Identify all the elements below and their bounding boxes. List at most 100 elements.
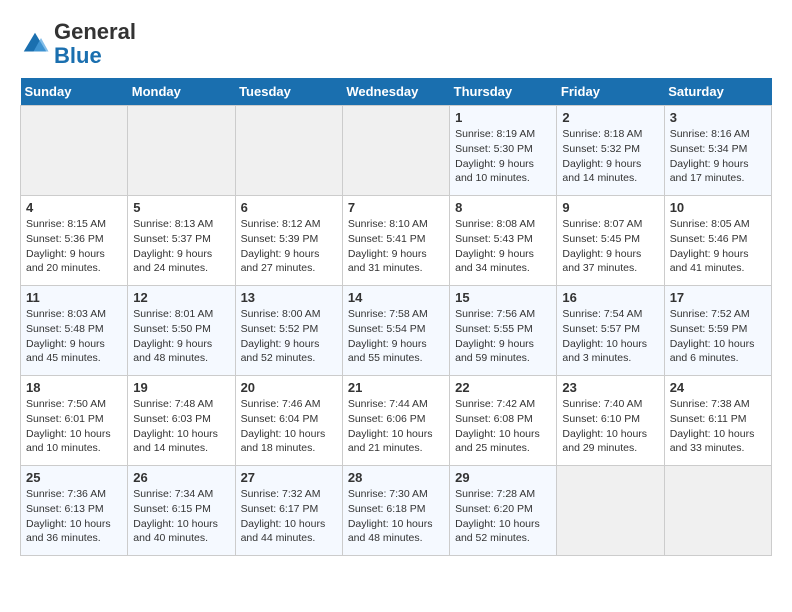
calendar-cell xyxy=(557,466,664,556)
calendar-week-row: 1 Sunrise: 8:19 AM Sunset: 5:30 PM Daylig… xyxy=(21,106,772,196)
day-info: Sunrise: 8:15 AM Sunset: 5:36 PM Dayligh… xyxy=(26,217,122,276)
day-info: Sunrise: 8:05 AM Sunset: 5:46 PM Dayligh… xyxy=(670,217,766,276)
day-number: 26 xyxy=(133,470,229,485)
day-number: 4 xyxy=(26,200,122,215)
day-number: 28 xyxy=(348,470,444,485)
day-number: 13 xyxy=(241,290,337,305)
calendar-cell: 16 Sunrise: 7:54 AM Sunset: 5:57 PM Dayli… xyxy=(557,286,664,376)
day-info: Sunrise: 7:52 AM Sunset: 5:59 PM Dayligh… xyxy=(670,307,766,366)
day-number: 11 xyxy=(26,290,122,305)
day-info: Sunrise: 7:36 AM Sunset: 6:13 PM Dayligh… xyxy=(26,487,122,546)
day-number: 8 xyxy=(455,200,551,215)
day-info: Sunrise: 7:38 AM Sunset: 6:11 PM Dayligh… xyxy=(670,397,766,456)
day-number: 12 xyxy=(133,290,229,305)
day-number: 17 xyxy=(670,290,766,305)
calendar-cell: 2 Sunrise: 8:18 AM Sunset: 5:32 PM Daylig… xyxy=(557,106,664,196)
day-info: Sunrise: 8:00 AM Sunset: 5:52 PM Dayligh… xyxy=(241,307,337,366)
weekday-header: Saturday xyxy=(664,78,771,106)
calendar-cell: 3 Sunrise: 8:16 AM Sunset: 5:34 PM Daylig… xyxy=(664,106,771,196)
day-number: 10 xyxy=(670,200,766,215)
day-number: 6 xyxy=(241,200,337,215)
page-header: General Blue xyxy=(20,20,772,68)
day-info: Sunrise: 8:16 AM Sunset: 5:34 PM Dayligh… xyxy=(670,127,766,186)
calendar-cell: 12 Sunrise: 8:01 AM Sunset: 5:50 PM Dayli… xyxy=(128,286,235,376)
logo-text: General Blue xyxy=(54,20,136,68)
weekday-header: Friday xyxy=(557,78,664,106)
day-number: 27 xyxy=(241,470,337,485)
day-info: Sunrise: 7:48 AM Sunset: 6:03 PM Dayligh… xyxy=(133,397,229,456)
day-number: 2 xyxy=(562,110,658,125)
calendar-cell: 8 Sunrise: 8:08 AM Sunset: 5:43 PM Daylig… xyxy=(450,196,557,286)
day-info: Sunrise: 8:10 AM Sunset: 5:41 PM Dayligh… xyxy=(348,217,444,276)
calendar-cell: 17 Sunrise: 7:52 AM Sunset: 5:59 PM Dayli… xyxy=(664,286,771,376)
calendar-header-row: SundayMondayTuesdayWednesdayThursdayFrid… xyxy=(21,78,772,106)
day-info: Sunrise: 8:03 AM Sunset: 5:48 PM Dayligh… xyxy=(26,307,122,366)
day-info: Sunrise: 8:08 AM Sunset: 5:43 PM Dayligh… xyxy=(455,217,551,276)
day-info: Sunrise: 7:40 AM Sunset: 6:10 PM Dayligh… xyxy=(562,397,658,456)
logo: General Blue xyxy=(20,20,136,68)
day-number: 22 xyxy=(455,380,551,395)
day-info: Sunrise: 7:54 AM Sunset: 5:57 PM Dayligh… xyxy=(562,307,658,366)
day-number: 25 xyxy=(26,470,122,485)
day-info: Sunrise: 7:44 AM Sunset: 6:06 PM Dayligh… xyxy=(348,397,444,456)
day-info: Sunrise: 8:13 AM Sunset: 5:37 PM Dayligh… xyxy=(133,217,229,276)
day-number: 18 xyxy=(26,380,122,395)
calendar-table: SundayMondayTuesdayWednesdayThursdayFrid… xyxy=(20,78,772,556)
day-info: Sunrise: 8:12 AM Sunset: 5:39 PM Dayligh… xyxy=(241,217,337,276)
day-info: Sunrise: 7:34 AM Sunset: 6:15 PM Dayligh… xyxy=(133,487,229,546)
calendar-week-row: 11 Sunrise: 8:03 AM Sunset: 5:48 PM Dayli… xyxy=(21,286,772,376)
day-info: Sunrise: 7:46 AM Sunset: 6:04 PM Dayligh… xyxy=(241,397,337,456)
weekday-header: Tuesday xyxy=(235,78,342,106)
calendar-cell: 24 Sunrise: 7:38 AM Sunset: 6:11 PM Dayli… xyxy=(664,376,771,466)
day-number: 21 xyxy=(348,380,444,395)
day-number: 24 xyxy=(670,380,766,395)
calendar-cell: 15Sunrise: 7:56 AM Sunset: 5:55 PM Dayli… xyxy=(450,286,557,376)
logo-icon xyxy=(20,29,50,59)
calendar-cell: 21 Sunrise: 7:44 AM Sunset: 6:06 PM Dayli… xyxy=(342,376,449,466)
calendar-cell: 11 Sunrise: 8:03 AM Sunset: 5:48 PM Dayli… xyxy=(21,286,128,376)
calendar-cell: 19 Sunrise: 7:48 AM Sunset: 6:03 PM Dayli… xyxy=(128,376,235,466)
day-info: Sunrise: 8:19 AM Sunset: 5:30 PM Dayligh… xyxy=(455,127,551,186)
calendar-cell xyxy=(664,466,771,556)
weekday-header: Sunday xyxy=(21,78,128,106)
weekday-header: Thursday xyxy=(450,78,557,106)
day-number: 7 xyxy=(348,200,444,215)
day-number: 29 xyxy=(455,470,551,485)
calendar-cell: 7 Sunrise: 8:10 AM Sunset: 5:41 PM Daylig… xyxy=(342,196,449,286)
calendar-cell: 9Sunrise: 8:07 AM Sunset: 5:45 PM Daylig… xyxy=(557,196,664,286)
day-info: Sunrise: 7:50 AM Sunset: 6:01 PM Dayligh… xyxy=(26,397,122,456)
day-number: 1 xyxy=(455,110,551,125)
day-number: 14 xyxy=(348,290,444,305)
day-info: Sunrise: 7:30 AM Sunset: 6:18 PM Dayligh… xyxy=(348,487,444,546)
calendar-cell: 20 Sunrise: 7:46 AM Sunset: 6:04 PM Dayli… xyxy=(235,376,342,466)
calendar-cell: 14 Sunrise: 7:58 AM Sunset: 5:54 PM Dayli… xyxy=(342,286,449,376)
calendar-cell: 26 Sunrise: 7:34 AM Sunset: 6:15 PM Dayli… xyxy=(128,466,235,556)
calendar-cell: 1 Sunrise: 8:19 AM Sunset: 5:30 PM Daylig… xyxy=(450,106,557,196)
day-info: Sunrise: 8:01 AM Sunset: 5:50 PM Dayligh… xyxy=(133,307,229,366)
calendar-cell xyxy=(235,106,342,196)
calendar-cell: 5 Sunrise: 8:13 AM Sunset: 5:37 PM Daylig… xyxy=(128,196,235,286)
calendar-cell: 6 Sunrise: 8:12 AM Sunset: 5:39 PM Daylig… xyxy=(235,196,342,286)
calendar-week-row: 4 Sunrise: 8:15 AM Sunset: 5:36 PM Daylig… xyxy=(21,196,772,286)
day-number: 23 xyxy=(562,380,658,395)
calendar-cell xyxy=(21,106,128,196)
calendar-cell: 13 Sunrise: 8:00 AM Sunset: 5:52 PM Dayli… xyxy=(235,286,342,376)
calendar-cell xyxy=(128,106,235,196)
calendar-cell: 23 Sunrise: 7:40 AM Sunset: 6:10 PM Dayli… xyxy=(557,376,664,466)
day-number: 9 xyxy=(562,200,658,215)
calendar-cell xyxy=(342,106,449,196)
day-info: Sunrise: 8:18 AM Sunset: 5:32 PM Dayligh… xyxy=(562,127,658,186)
day-info: Sunrise: 7:28 AM Sunset: 6:20 PM Dayligh… xyxy=(455,487,551,546)
calendar-cell: 25 Sunrise: 7:36 AM Sunset: 6:13 PM Dayli… xyxy=(21,466,128,556)
day-number: 19 xyxy=(133,380,229,395)
day-number: 3 xyxy=(670,110,766,125)
calendar-cell: 4 Sunrise: 8:15 AM Sunset: 5:36 PM Daylig… xyxy=(21,196,128,286)
calendar-week-row: 18 Sunrise: 7:50 AM Sunset: 6:01 PM Dayli… xyxy=(21,376,772,466)
calendar-cell: 10 Sunrise: 8:05 AM Sunset: 5:46 PM Dayli… xyxy=(664,196,771,286)
calendar-cell: 22Sunrise: 7:42 AM Sunset: 6:08 PM Dayli… xyxy=(450,376,557,466)
day-info: Sunrise: 7:58 AM Sunset: 5:54 PM Dayligh… xyxy=(348,307,444,366)
day-number: 20 xyxy=(241,380,337,395)
day-number: 5 xyxy=(133,200,229,215)
day-number: 16 xyxy=(562,290,658,305)
day-info: Sunrise: 7:32 AM Sunset: 6:17 PM Dayligh… xyxy=(241,487,337,546)
